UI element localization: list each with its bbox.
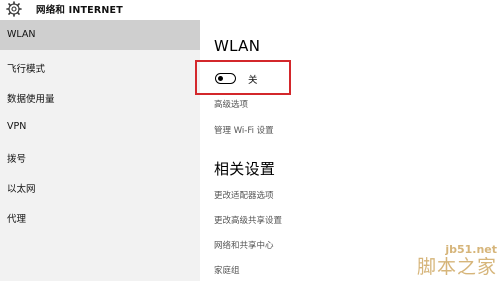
network-sharing-center-link[interactable]: 网络和共享中心 xyxy=(214,239,274,251)
manage-wifi-settings-link[interactable]: 管理 Wi-Fi 设置 xyxy=(214,124,274,136)
sidebar-item-dial-up[interactable]: 拨号 xyxy=(0,142,200,172)
sidebar-item-label: 拨号 xyxy=(7,154,27,165)
watermark: jb51.net 脚本之家 xyxy=(416,243,497,279)
sidebar-item-label: 飞行模式 xyxy=(7,64,46,75)
sidebar: WLAN 飞行模式 数据使用量 VPN 拨号 以太网 代理 xyxy=(0,20,200,281)
advanced-options-link[interactable]: 高级选项 xyxy=(214,98,248,110)
sidebar-item-label: WLAN xyxy=(7,29,36,40)
sidebar-item-data-usage[interactable]: 数据使用量 xyxy=(0,82,200,112)
sidebar-item-label: 代理 xyxy=(7,214,27,225)
sidebar-item-label: 以太网 xyxy=(7,184,36,195)
sidebar-item-proxy[interactable]: 代理 xyxy=(0,202,200,232)
homegroup-link[interactable]: 家庭组 xyxy=(214,264,240,276)
sidebar-item-vpn[interactable]: VPN xyxy=(0,112,200,142)
sidebar-item-airplane-mode[interactable]: 飞行模式 xyxy=(0,52,200,82)
title-bar: 网络和 INTERNET xyxy=(0,0,500,20)
sidebar-item-ethernet[interactable]: 以太网 xyxy=(0,172,200,202)
sidebar-item-wlan[interactable]: WLAN xyxy=(0,20,200,50)
related-settings-heading: 相关设置 xyxy=(214,160,276,178)
watermark-url: jb51.net xyxy=(445,243,497,256)
highlight-box xyxy=(195,60,291,95)
watermark-name: 脚本之家 xyxy=(416,256,497,278)
page-title: WLAN xyxy=(214,37,261,55)
gear-icon[interactable] xyxy=(6,1,22,17)
change-adapter-options-link[interactable]: 更改适配器选项 xyxy=(214,189,274,201)
change-advanced-sharing-link[interactable]: 更改高级共享设置 xyxy=(214,214,282,226)
sidebar-item-label: 数据使用量 xyxy=(7,94,55,105)
sidebar-item-label: VPN xyxy=(7,121,27,132)
window-title: 网络和 INTERNET xyxy=(36,5,123,16)
